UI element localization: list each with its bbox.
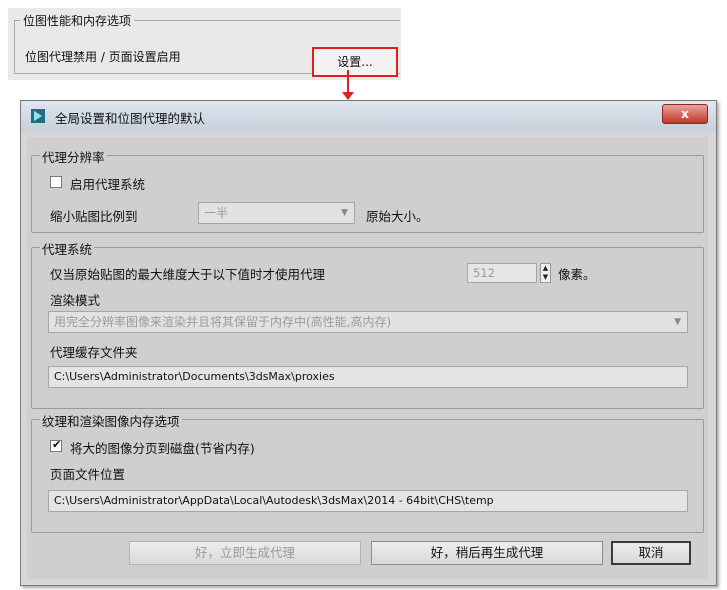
proxy-resolution-legend: 代理分辨率 bbox=[40, 147, 107, 166]
snippet-group-title: 位图性能和内存选项 bbox=[20, 12, 135, 29]
dialog-client-area: 代理分辨率 启用代理系统 缩小贴图比例到 一半 ▼ 原始大小。 代理系统 仅当原… bbox=[27, 137, 708, 579]
downscale-value: 一半 bbox=[204, 206, 229, 220]
render-mode-value: 用完全分辨率图像来渲染并且将其保留于内存中(高性能,高内存) bbox=[54, 315, 392, 329]
texture-memory-legend: 纹理和渲染图像内存选项 bbox=[40, 411, 182, 430]
spinner-icon[interactable]: ▲ ▼ bbox=[540, 263, 551, 283]
downscale-label: 缩小贴图比例到 bbox=[50, 209, 138, 224]
render-mode-label: 渲染模式 bbox=[50, 293, 101, 308]
close-button[interactable]: x bbox=[662, 104, 708, 124]
generate-now-button[interactable]: 好，立即生成代理 bbox=[129, 541, 361, 565]
page-to-disk-label: 将大的图像分页到磁盘(节省内存) bbox=[70, 441, 255, 456]
proxy-system-group: 代理系统 仅当原始贴图的最大维度大于以下值时才使用代理 512 ▲ ▼ 像素。 渲… bbox=[31, 239, 704, 409]
threshold-spinner[interactable]: 512 bbox=[467, 263, 537, 283]
original-size-label: 原始大小。 bbox=[366, 209, 429, 224]
callout-arrow-line bbox=[347, 70, 349, 94]
page-file-label: 页面文件位置 bbox=[50, 467, 126, 482]
close-icon: x bbox=[681, 107, 689, 121]
setup-button[interactable]: 设置... bbox=[312, 47, 398, 77]
enable-proxy-label: 启用代理系统 bbox=[70, 177, 146, 192]
snippet-panel: 位图性能和内存选项 位图代理禁用 / 页面设置启用 设置... bbox=[8, 8, 401, 80]
page-file-path[interactable]: C:\Users\Administrator\AppData\Local\Aut… bbox=[48, 490, 688, 512]
dialog-titlebar[interactable]: 全局设置和位图代理的默认 x bbox=[21, 101, 716, 131]
dialog-title: 全局设置和位图代理的默认 bbox=[55, 111, 206, 126]
cancel-button[interactable]: 取消 bbox=[611, 541, 691, 565]
snippet-status-text: 位图代理禁用 / 页面设置启用 bbox=[25, 50, 181, 64]
texture-memory-group: 纹理和渲染图像内存选项 将大的图像分页到磁盘(节省内存) 页面文件位置 C:\U… bbox=[31, 411, 704, 533]
enable-proxy-checkbox[interactable] bbox=[50, 176, 62, 188]
downscale-dropdown[interactable]: 一半 ▼ bbox=[198, 202, 355, 224]
global-settings-dialog: 全局设置和位图代理的默认 x 代理分辨率 启用代理系统 缩小贴图比例到 一半 ▼… bbox=[20, 100, 717, 586]
cache-folder-path[interactable]: C:\Users\Administrator\Documents\3dsMax\… bbox=[48, 366, 688, 388]
callout-arrow-head-icon bbox=[342, 92, 354, 100]
cache-folder-label: 代理缓存文件夹 bbox=[50, 345, 138, 360]
pixels-label: 像素。 bbox=[558, 267, 596, 282]
page-to-disk-checkbox[interactable] bbox=[50, 438, 62, 452]
dropdown-arrow-icon: ▼ bbox=[341, 208, 348, 218]
threshold-value: 512 bbox=[473, 266, 495, 280]
generate-later-button[interactable]: 好，稍后再生成代理 bbox=[371, 541, 603, 565]
app-icon bbox=[31, 109, 45, 123]
proxy-system-legend: 代理系统 bbox=[40, 239, 95, 258]
proxy-resolution-group: 代理分辨率 启用代理系统 缩小贴图比例到 一半 ▼ 原始大小。 bbox=[31, 147, 704, 233]
threshold-label: 仅当原始贴图的最大维度大于以下值时才使用代理 bbox=[50, 267, 326, 282]
render-mode-dropdown[interactable]: 用完全分辨率图像来渲染并且将其保留于内存中(高性能,高内存) ▼ bbox=[48, 311, 688, 333]
dropdown-arrow-icon: ▼ bbox=[674, 317, 681, 327]
